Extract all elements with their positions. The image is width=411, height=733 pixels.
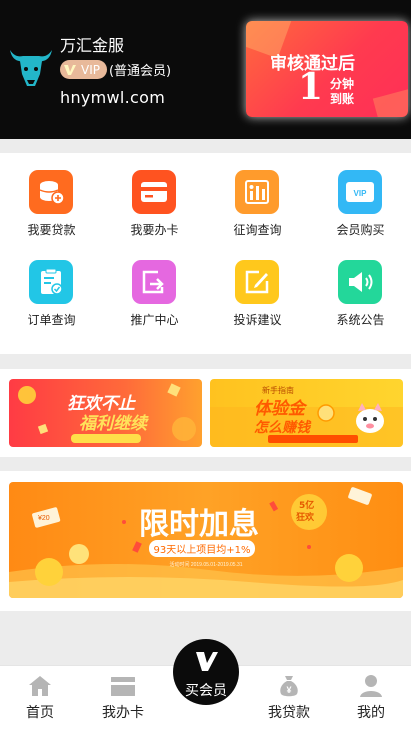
experience-gold-illustration: 新手指南 体验金 怎么赚钱 (210, 385, 403, 447)
app-page: 万汇金服 VIP (普通会员) hnymwl.com 审核通过后 1 分钟到账 (0, 0, 411, 733)
menu-item-promotion-center[interactable]: 推广中心 (103, 257, 206, 347)
bar-chart-icon (235, 170, 279, 214)
money-bag-icon: ¥ (280, 676, 298, 697)
svg-text:¥: ¥ (286, 685, 291, 695)
menu-label: 投诉建议 (233, 313, 282, 327)
svg-text:93天以上项目均+1%: 93天以上项目均+1% (154, 544, 251, 556)
menu-item-buy-membership[interactable]: VIP 会员购买 (309, 167, 411, 257)
menu-label: 会员购买 (336, 223, 385, 237)
site-domain: hnymwl.com (60, 88, 166, 107)
account-header: 万汇金服 VIP (普通会员) hnymwl.com 审核通过后 1 分钟到账 (0, 0, 411, 139)
vip-label: VIP (81, 62, 100, 77)
vip-v-icon (64, 64, 76, 75)
vip-card-icon: VIP (338, 170, 382, 214)
menu-label: 我要贷款 (27, 223, 76, 237)
tab-mine[interactable]: 我的 (331, 666, 411, 733)
vip-badge: VIP (60, 60, 107, 79)
edit-note-icon (235, 260, 279, 304)
buy-membership-label: 买会员 (185, 683, 227, 699)
limited-interest-illustration: ¥20 5亿 狂欢 限时加息 93天以上项目均+1% 活动时间 2019.05.… (9, 487, 403, 598)
svg-text:怎么赚钱: 怎么赚钱 (254, 419, 312, 436)
svg-text:活动时间 2019.05.01-2019.05.31: 活动时间 2019.05.01-2019.05.31 (169, 561, 242, 568)
carnival-illustration: 狂欢不止 福利继续 (18, 383, 196, 443)
big-banner-section: ¥20 5亿 狂欢 限时加息 93天以上项目均+1% 活动时间 2019.05.… (0, 471, 411, 611)
bull-logo-icon (10, 50, 52, 86)
svg-text:5亿: 5亿 (299, 499, 314, 511)
menu-item-loan[interactable]: 我要贷款 (0, 167, 103, 257)
menu-item-credit-query[interactable]: 征询查询 (206, 167, 309, 257)
promo-line2: 分钟到账 (330, 77, 355, 106)
svg-text:狂欢不止: 狂欢不止 (67, 394, 136, 414)
tab-label: 我贷款 (268, 705, 310, 721)
promo-banner[interactable]: 审核通过后 1 分钟到账 (246, 21, 408, 117)
card-icon (111, 677, 135, 696)
svg-text:新手指南: 新手指南 (262, 385, 294, 395)
banner-experience-gold[interactable]: 新手指南 体验金 怎么赚钱 (210, 379, 403, 447)
menu-label: 我要办卡 (130, 223, 179, 237)
tab-card[interactable]: 我办卡 (83, 666, 163, 733)
tab-label: 我办卡 (102, 705, 144, 721)
svg-text:¥20: ¥20 (38, 515, 50, 522)
banner-limited-interest[interactable]: ¥20 5亿 狂欢 限时加息 93天以上项目均+1% 活动时间 2019.05.… (9, 482, 403, 598)
menu-item-order-query[interactable]: 订单查询 (0, 257, 103, 347)
menu-item-card[interactable]: 我要办卡 (103, 167, 206, 257)
user-icon (360, 675, 382, 697)
v-logo-icon (196, 652, 218, 671)
svg-text:VIP: VIP (354, 189, 368, 198)
menu-item-complaint[interactable]: 投诉建议 (206, 257, 309, 347)
promo-banner-row: 狂欢不止 福利继续 新手指南 体验金 怎么赚钱 (0, 369, 411, 457)
credit-card-icon (132, 170, 176, 214)
svg-text:体验金: 体验金 (254, 399, 308, 419)
tab-home[interactable]: 首页 (0, 666, 80, 733)
promo-number: 1 (298, 66, 324, 108)
function-menu: 我要贷款 我要办卡 征询查询 VIP 会员购买 订单查询 推广中心 投诉建议 系… (0, 153, 411, 354)
menu-label: 征询查询 (233, 223, 282, 237)
share-screen-icon (132, 260, 176, 304)
menu-label: 订单查询 (27, 313, 76, 327)
menu-label: 系统公告 (336, 313, 385, 327)
member-level: (普通会员) (108, 64, 172, 79)
clipboard-check-icon (29, 260, 73, 304)
menu-item-announcement[interactable]: 系统公告 (309, 257, 411, 347)
coins-plus-icon (29, 170, 73, 214)
tab-loan[interactable]: ¥ 我贷款 (249, 666, 329, 733)
svg-text:福利继续: 福利继续 (79, 414, 149, 434)
promo-decoration (372, 88, 408, 117)
app-name: 万汇金服 (60, 36, 125, 55)
tab-label: 首页 (26, 705, 54, 721)
buy-membership-button[interactable]: 买会员 (173, 639, 239, 705)
svg-text:限时加息: 限时加息 (139, 507, 259, 542)
home-icon (29, 676, 51, 696)
tab-label: 我的 (357, 705, 385, 721)
speaker-icon (338, 260, 382, 304)
banner-carnival[interactable]: 狂欢不止 福利继续 (9, 379, 202, 447)
membership-row: VIP (普通会员) (60, 60, 171, 79)
menu-label: 推广中心 (130, 313, 179, 327)
svg-text:狂欢: 狂欢 (296, 511, 315, 523)
